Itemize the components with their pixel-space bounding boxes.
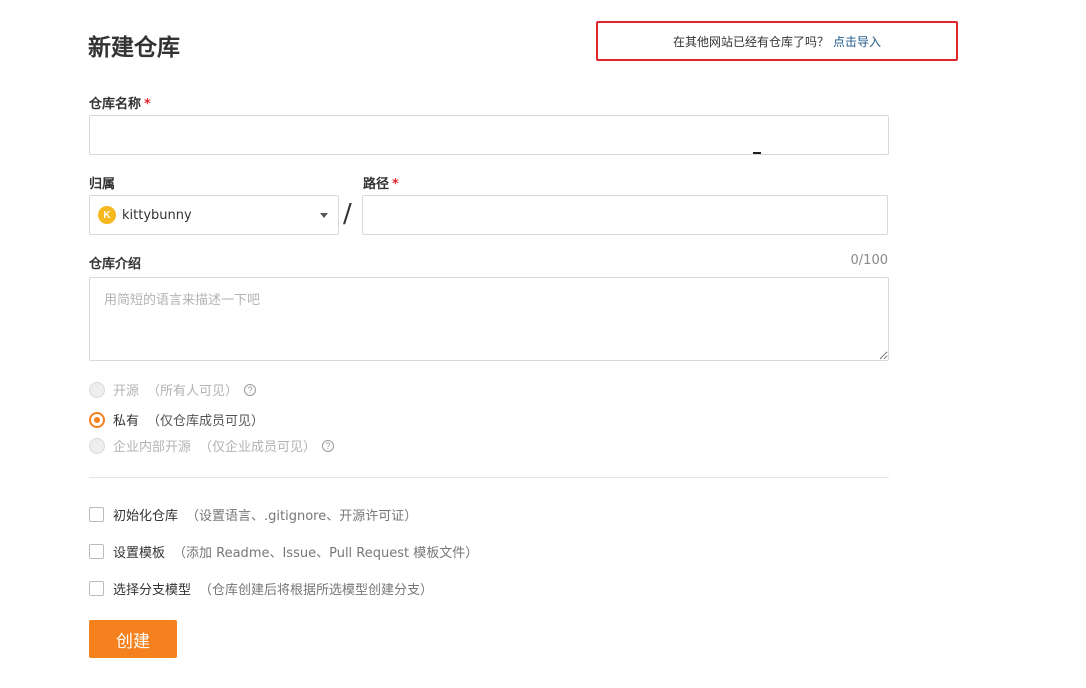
owner-select-value: kittybunny — [122, 207, 192, 223]
visibility-label: 私有 — [113, 414, 140, 429]
option-hint: （添加 Readme、Issue、Pull Request 模板文件） — [173, 546, 479, 561]
checkbox[interactable] — [89, 544, 104, 559]
description-textarea[interactable] — [89, 277, 889, 361]
radio-internal[interactable] — [89, 437, 105, 454]
divider — [89, 477, 889, 478]
path-input[interactable] — [362, 195, 888, 235]
checkbox[interactable] — [89, 507, 104, 522]
option-template[interactable]: 设置模板 （添加 Readme、Issue、Pull Request 模板文件） — [89, 542, 478, 561]
option-label: 设置模板 — [113, 546, 166, 561]
radio-public[interactable] — [89, 381, 105, 398]
checkbox[interactable] — [89, 581, 104, 596]
page-title: 新建仓库 — [88, 35, 180, 61]
repo-name-input[interactable] — [89, 115, 889, 155]
required-mark: * — [392, 177, 399, 192]
path-label-text: 路径 — [363, 177, 390, 192]
create-button[interactable]: 创建 — [89, 620, 177, 658]
repo-name-label: 仓库名称 * — [89, 93, 151, 112]
visibility-option-private[interactable]: 私有 （仅仓库成员可见） — [89, 410, 264, 429]
help-icon[interactable]: ? — [322, 439, 335, 452]
description-char-counter: 0/100 — [850, 253, 888, 268]
path-label: 路径 * — [363, 173, 399, 192]
import-link[interactable]: 点击导入 — [833, 33, 881, 50]
text-cursor-mark — [753, 152, 761, 154]
option-label: 初始化仓库 — [113, 509, 179, 524]
visibility-option-public[interactable]: 开源 （所有人可见） ? — [89, 380, 257, 399]
owner-label: 归属 — [89, 177, 116, 192]
visibility-hint: （仅仓库成员可见） — [147, 414, 265, 429]
option-hint: （设置语言、.gitignore、开源许可证） — [186, 509, 418, 524]
option-hint: （仓库创建后将根据所选模型创建分支） — [199, 583, 434, 598]
visibility-option-internal[interactable]: 企业内部开源 （仅企业成员可见） ? — [89, 436, 335, 455]
visibility-label: 开源 — [113, 384, 140, 399]
option-label: 选择分支模型 — [113, 583, 192, 598]
repo-name-label-text: 仓库名称 — [89, 97, 142, 112]
radio-private[interactable] — [89, 411, 105, 428]
required-mark: * — [144, 97, 151, 112]
option-init-repo[interactable]: 初始化仓库 （设置语言、.gitignore、开源许可证） — [89, 505, 417, 524]
owner-select[interactable]: K kittybunny — [89, 195, 339, 235]
caret-down-icon — [320, 212, 328, 218]
import-prompt-text: 在其他网站已经有仓库了吗？ — [672, 34, 829, 49]
option-branch-model[interactable]: 选择分支模型 （仓库创建后将根据所选模型创建分支） — [89, 579, 433, 598]
description-label: 仓库介绍 — [89, 257, 142, 272]
visibility-label: 企业内部开源 — [113, 440, 192, 455]
import-prompt-box: 在其他网站已经有仓库了吗？ 点击导入 — [596, 21, 958, 61]
path-separator: / — [343, 199, 352, 229]
avatar: K — [98, 206, 116, 224]
visibility-hint: （仅企业成员可见） — [199, 440, 317, 455]
help-icon[interactable]: ? — [244, 383, 257, 396]
visibility-hint: （所有人可见） — [147, 384, 239, 399]
